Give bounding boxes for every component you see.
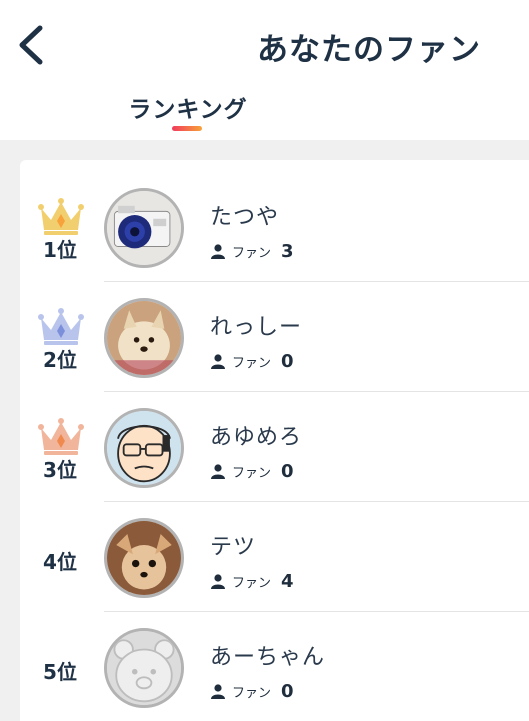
man-illustration	[107, 411, 181, 485]
fan-count-line: ファン 4	[211, 570, 294, 592]
fan-label: ファン	[232, 575, 272, 591]
fan-count-line: ファン 0	[211, 460, 294, 482]
user-name: れっしー	[210, 315, 303, 340]
user-name: あゆめろ	[210, 425, 303, 450]
rank-label: 5位	[43, 660, 77, 684]
fan-label: ファン	[232, 685, 272, 701]
dog-photo	[107, 301, 181, 375]
ranking-row[interactable]: 4位 テツ ファン 4	[20, 502, 529, 612]
chihuahua-photo	[107, 521, 181, 595]
ranking-row[interactable]: 1位 たつや ファン 3	[20, 172, 529, 282]
user-name: テツ	[210, 535, 257, 560]
fan-count: 3	[281, 240, 294, 262]
fan-count: 0	[281, 680, 294, 702]
fan-count: 4	[281, 570, 294, 592]
tab-ranking[interactable]: ランキング	[112, 84, 264, 140]
rank-label: 4位	[43, 550, 77, 574]
ranking-row[interactable]: 2位 れっしー ファン 0	[20, 282, 529, 392]
person-icon	[211, 463, 225, 479]
person-icon	[211, 683, 225, 699]
app-header: あなたのファン ランキング	[0, 0, 529, 140]
fan-label: ファン	[232, 245, 272, 261]
user-name: たつや	[210, 205, 280, 230]
camera-photo	[107, 191, 181, 265]
fan-count: 0	[281, 350, 294, 372]
rank-label: 2位	[43, 348, 77, 372]
rank-label: 3位	[43, 458, 77, 482]
fan-count-line: ファン 0	[211, 350, 294, 372]
page-title: あなたのファン	[257, 32, 481, 68]
person-icon	[211, 353, 225, 369]
ranking-row[interactable]: 3位 あゆめろ ファン 0	[20, 392, 529, 502]
silver-crown-icon	[38, 308, 84, 345]
fan-count-line: ファン 3	[211, 240, 294, 262]
avatar[interactable]	[104, 188, 184, 268]
active-tab-indicator	[172, 126, 202, 131]
avatar[interactable]	[104, 628, 184, 708]
default-bear-avatar	[107, 631, 181, 705]
person-icon	[211, 243, 225, 259]
tab-ranking-label: ランキング	[128, 97, 248, 123]
avatar[interactable]	[104, 298, 184, 378]
ranking-row[interactable]: 5位 あーちゃん ファン 0	[20, 612, 529, 721]
fan-label: ファン	[232, 465, 272, 481]
fan-count-line: ファン 0	[211, 680, 294, 702]
rank-label: 1位	[43, 238, 77, 262]
avatar[interactable]	[104, 408, 184, 488]
bronze-crown-icon	[38, 418, 84, 455]
chevron-left-icon	[19, 25, 43, 65]
user-name: あーちゃん	[210, 645, 326, 670]
fan-label: ファン	[232, 355, 272, 371]
person-icon	[211, 573, 225, 589]
back-button[interactable]	[14, 22, 50, 68]
avatar[interactable]	[104, 518, 184, 598]
fan-count: 0	[281, 460, 294, 482]
gold-crown-icon	[38, 198, 84, 235]
